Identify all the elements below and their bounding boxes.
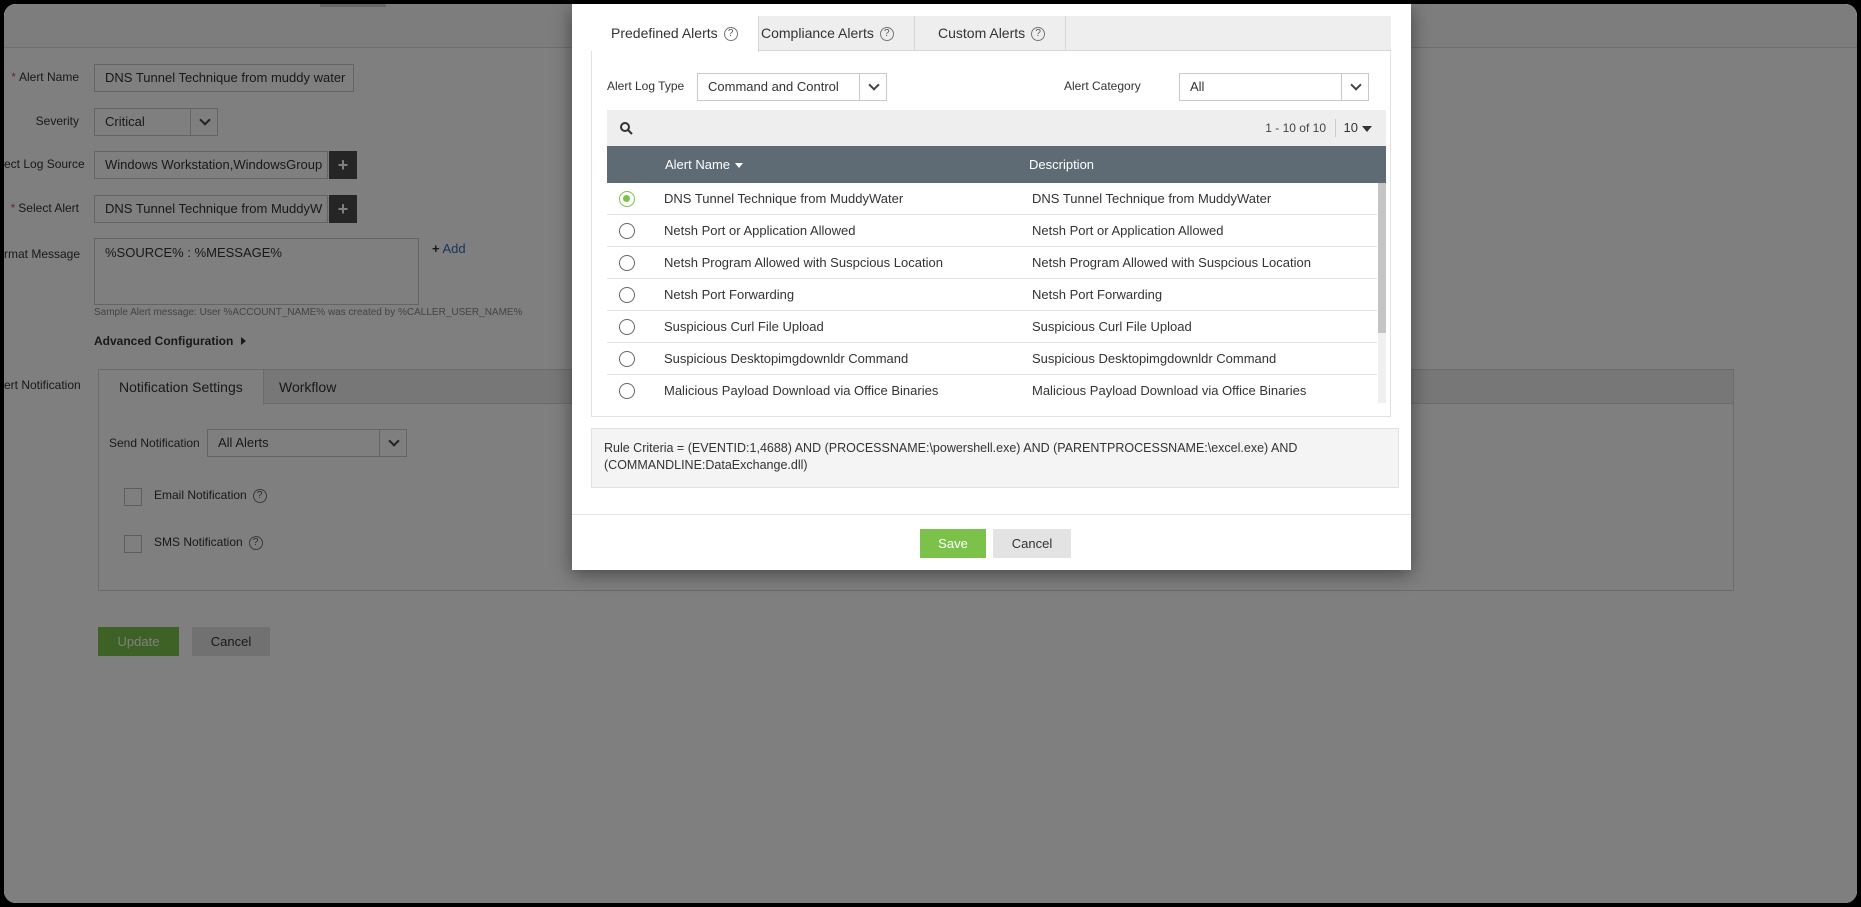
cell-alert-name: Netsh Port or Application Allowed <box>664 223 856 238</box>
chevron-down-icon[interactable] <box>1341 73 1369 101</box>
tab-custom-alerts[interactable]: Custom Alerts? <box>918 16 1067 51</box>
tab-compliance-label: Compliance Alerts <box>761 25 874 41</box>
pagination-info: 1 - 10 of 10 <box>1265 121 1326 135</box>
alert-log-type-label: Alert Log Type <box>607 79 685 93</box>
help-icon[interactable]: ? <box>879 27 894 42</box>
cell-alert-name: Malicious Payload Download via Office Bi… <box>664 383 939 398</box>
rows-per-page-value: 10 <box>1343 120 1358 135</box>
tab-predefined-alerts[interactable]: Predefined Alerts? <box>591 16 759 52</box>
row-select-radio[interactable] <box>619 351 635 367</box>
sort-desc-icon <box>735 163 744 169</box>
scrollbar[interactable] <box>1378 183 1386 403</box>
alert-log-type-value: Command and Control <box>708 79 839 94</box>
caret-down-icon <box>1362 125 1372 132</box>
cell-description: DNS Tunnel Technique from MuddyWater <box>1032 191 1272 206</box>
alert-type-tabs: Predefined Alerts? Compliance Alerts? Cu… <box>591 16 1391 52</box>
predefined-alerts-panel: Alert Log Type Command and Control Alert… <box>591 51 1391 417</box>
cell-description: Suspicious Curl File Upload <box>1032 319 1192 334</box>
tab-compliance-alerts[interactable]: Compliance Alerts? <box>741 16 915 51</box>
alert-category-value: All <box>1190 79 1205 94</box>
table-row[interactable]: DNS Tunnel Technique from MuddyWater DNS … <box>607 183 1377 215</box>
divider <box>1335 119 1336 137</box>
rows-per-page-select[interactable]: 10 <box>1344 110 1372 146</box>
table-row[interactable]: Netsh Program Allowed with Suspcious Loc… <box>607 247 1377 279</box>
help-icon[interactable]: ? <box>723 27 738 42</box>
tab-predefined-label: Predefined Alerts <box>611 25 718 41</box>
cell-alert-name: DNS Tunnel Technique from MuddyWater <box>664 191 904 206</box>
cell-alert-name: Suspicious Desktopimgdownldr Command <box>664 351 909 366</box>
table-row[interactable]: Netsh Port or Application Allowed Netsh P… <box>607 215 1377 247</box>
cell-alert-name: Netsh Port Forwarding <box>664 287 795 302</box>
app-window: *Alert Name DNS Tunnel Technique from mu… <box>4 4 1857 903</box>
cell-description: Netsh Port or Application Allowed <box>1032 223 1224 238</box>
alert-category-label: Alert Category <box>1064 79 1141 93</box>
row-select-radio[interactable] <box>619 223 635 239</box>
select-alert-dialog: Predefined Alerts? Compliance Alerts? Cu… <box>572 4 1411 570</box>
cell-description: Suspicious Desktopimgdownldr Command <box>1032 351 1277 366</box>
row-select-radio[interactable] <box>619 255 635 271</box>
chevron-down-icon[interactable] <box>859 73 887 101</box>
alerts-table-body[interactable]: Malicious Payload Download via Office Bi… <box>607 183 1386 403</box>
table-header: Alert Name Description <box>607 146 1386 183</box>
row-select-radio[interactable] <box>619 383 635 399</box>
table-row[interactable]: Suspicious Desktopimgdownldr Command Susp… <box>607 343 1377 375</box>
table-row[interactable]: Suspicious Curl File Upload Suspicious Cu… <box>607 311 1377 343</box>
rule-criteria: Rule Criteria = (EVENTID:1,4688) AND (PR… <box>591 428 1399 488</box>
table-row[interactable]: Netsh Port Forwarding Netsh Port Forwardi… <box>607 279 1377 311</box>
cancel-button[interactable]: Cancel <box>993 529 1071 558</box>
divider <box>572 514 1411 515</box>
table-toolbar: 1 - 10 of 10 10 <box>607 110 1386 146</box>
row-select-radio[interactable] <box>619 319 635 335</box>
column-alert-name-label: Alert Name <box>665 157 731 172</box>
scrollbar-thumb[interactable] <box>1378 183 1386 333</box>
cell-description: Netsh Program Allowed with Suspcious Loc… <box>1032 255 1311 270</box>
tab-custom-label: Custom Alerts <box>938 25 1026 41</box>
column-description[interactable]: Description <box>1029 146 1094 183</box>
search-icon[interactable] <box>619 121 633 135</box>
row-select-radio[interactable] <box>619 191 635 207</box>
help-icon[interactable]: ? <box>1031 27 1046 42</box>
row-select-radio[interactable] <box>619 287 635 303</box>
column-alert-name[interactable]: Alert Name <box>665 146 744 183</box>
cell-description: Malicious Payload Download via Office Bi… <box>1032 383 1307 398</box>
cell-alert-name: Suspicious Curl File Upload <box>664 319 824 334</box>
cell-alert-name: Netsh Program Allowed with Suspcious Loc… <box>664 255 943 270</box>
table-row[interactable]: Malicious Payload Download via Office Bi… <box>607 375 1377 403</box>
cell-description: Netsh Port Forwarding <box>1032 287 1163 302</box>
save-button[interactable]: Save <box>920 529 986 558</box>
